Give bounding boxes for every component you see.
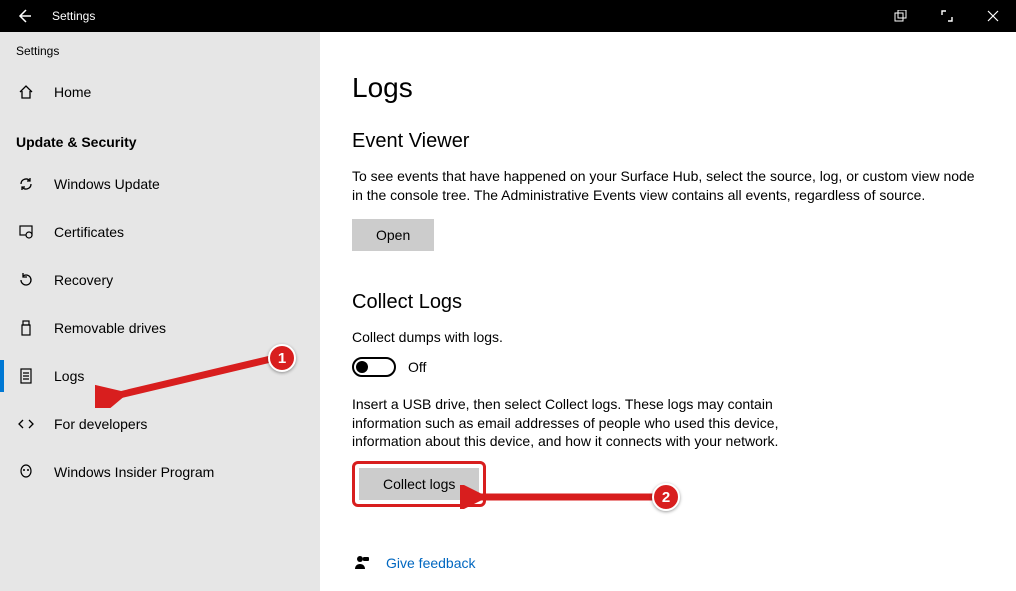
maximize-button[interactable] <box>924 0 970 32</box>
close-button[interactable] <box>970 0 1016 32</box>
recovery-icon <box>16 272 36 288</box>
sidebar-item-label: For developers <box>54 416 147 432</box>
usb-icon <box>16 320 36 336</box>
sidebar-item-label: Home <box>54 84 91 100</box>
sidebar-item-windows-insider[interactable]: Windows Insider Program <box>0 448 320 496</box>
sidebar-item-label: Windows Insider Program <box>54 464 214 480</box>
back-button[interactable] <box>0 0 48 32</box>
developer-icon <box>16 416 36 432</box>
give-feedback-link[interactable]: Give feedback <box>386 555 476 571</box>
collect-dumps-toggle[interactable] <box>352 357 396 377</box>
certificate-icon <box>16 224 36 240</box>
feedback-icon <box>352 555 372 571</box>
sidebar-item-certificates[interactable]: Certificates <box>0 208 320 256</box>
sidebar-item-label: Certificates <box>54 224 124 240</box>
open-button[interactable]: Open <box>352 219 434 251</box>
app-name-label: Settings <box>0 44 320 68</box>
sidebar-item-label: Removable drives <box>54 320 166 336</box>
main-content: Logs Event Viewer To see events that hav… <box>320 32 1016 591</box>
sidebar-item-removable-drives[interactable]: Removable drives <box>0 304 320 352</box>
insider-icon <box>16 464 36 480</box>
collect-dumps-label: Collect dumps with logs. <box>352 328 984 347</box>
sidebar: Settings Home Update & Security Windows … <box>0 32 320 591</box>
sidebar-item-windows-update[interactable]: Windows Update <box>0 160 320 208</box>
collect-logs-heading: Collect Logs <box>352 291 984 314</box>
sidebar-item-label: Recovery <box>54 272 113 288</box>
window-titlebar: Settings <box>0 0 1016 32</box>
event-viewer-desc: To see events that have happened on your… <box>352 167 984 205</box>
window-title: Settings <box>48 9 95 23</box>
sidebar-section-heading: Update & Security <box>0 116 320 160</box>
sidebar-item-label: Logs <box>54 368 84 384</box>
home-icon <box>16 84 36 100</box>
sidebar-item-label: Windows Update <box>54 176 160 192</box>
logs-icon <box>16 368 36 384</box>
page-title: Logs <box>352 72 984 104</box>
collect-logs-highlight: Collect logs <box>352 461 486 507</box>
sidebar-item-home[interactable]: Home <box>0 68 320 116</box>
restore-placeholder-icon[interactable] <box>878 0 924 32</box>
event-viewer-heading: Event Viewer <box>352 130 984 153</box>
usb-desc: Insert a USB drive, then select Collect … <box>352 395 782 452</box>
collect-logs-button[interactable]: Collect logs <box>359 468 479 500</box>
sidebar-item-for-developers[interactable]: For developers <box>0 400 320 448</box>
sync-icon <box>16 176 36 192</box>
toggle-state-label: Off <box>408 359 426 375</box>
sidebar-item-logs[interactable]: Logs <box>0 352 320 400</box>
sidebar-item-recovery[interactable]: Recovery <box>0 256 320 304</box>
